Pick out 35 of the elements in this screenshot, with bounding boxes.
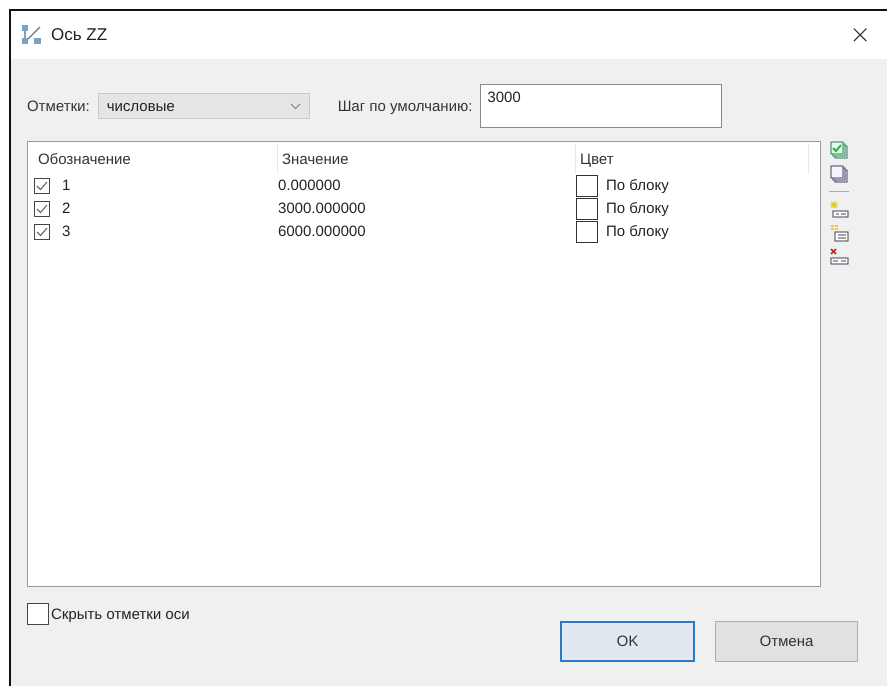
- color-label: По блоку: [606, 223, 669, 240]
- uncheck-all-icon[interactable]: [830, 165, 848, 183]
- cancel-button[interactable]: Отмена: [715, 621, 858, 662]
- row-checkbox[interactable]: [34, 200, 50, 216]
- axis-app-icon: [21, 24, 43, 46]
- mark-value: 6000.000000: [278, 223, 366, 240]
- column-header[interactable]: Обозначение: [34, 144, 278, 174]
- hide-marks-checkbox[interactable]: [27, 603, 49, 625]
- column-header[interactable]: Цвет: [576, 144, 809, 174]
- close-button[interactable]: ×: [845, 20, 875, 50]
- color-swatch[interactable]: [576, 174, 598, 196]
- mark-name: 1: [62, 177, 70, 194]
- row-checkbox[interactable]: [34, 224, 50, 240]
- ok-button[interactable]: OK: [560, 621, 695, 662]
- delete-row-icon[interactable]: [829, 248, 849, 266]
- row-checkbox[interactable]: [34, 178, 50, 194]
- color-label: По блоку: [606, 177, 669, 194]
- hide-marks-label: Скрыть отметки оси: [51, 606, 190, 622]
- step-input[interactable]: 3000: [480, 84, 722, 128]
- color-label: По блоку: [606, 200, 669, 217]
- insert-row-icon[interactable]: [829, 224, 849, 242]
- marks-label: Отметки:: [27, 98, 90, 114]
- mark-value: 3000.000000: [278, 200, 366, 217]
- mark-value: 0.000000: [278, 177, 341, 194]
- check-all-icon[interactable]: [830, 141, 848, 159]
- marks-dropdown[interactable]: числовые: [98, 93, 310, 119]
- add-row-icon[interactable]: [829, 200, 849, 218]
- color-swatch[interactable]: [576, 198, 598, 220]
- window-title: Ось ZZ: [51, 25, 108, 45]
- mark-name: 3: [62, 223, 70, 240]
- color-swatch[interactable]: [576, 220, 598, 242]
- mark-name: 2: [62, 200, 70, 217]
- step-label: Шаг по умолчанию:: [338, 98, 472, 114]
- chevron-down-icon: [290, 102, 301, 110]
- column-header[interactable]: Значение: [278, 144, 576, 174]
